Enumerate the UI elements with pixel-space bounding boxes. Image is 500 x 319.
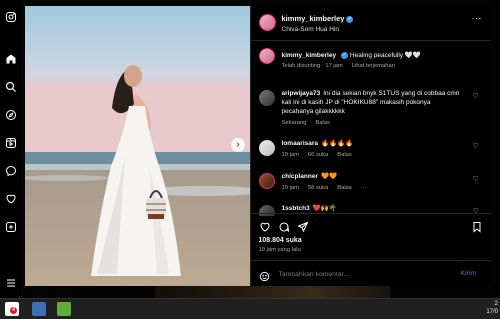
like-comment-icon[interactable]: ♡ [473, 175, 479, 183]
bookmark-icon[interactable] [471, 220, 483, 233]
comment-time: 19 jam [281, 152, 299, 158]
caption-text: kimmy_kimberley ✓ Healing peacefully 🤍🤍 [282, 51, 462, 60]
comment-username[interactable]: aripwijaya73 [282, 90, 321, 97]
post-comment-button[interactable]: Kirim [461, 270, 476, 277]
post-location[interactable]: Chiva-Som Hua Hin [282, 26, 339, 33]
comment-likes[interactable]: 66 suka [308, 152, 328, 158]
notification-badge: 4 [10, 307, 17, 314]
like-comment-icon[interactable]: ♡ [473, 92, 479, 100]
comment-meta: 19 jam 66 suka Balas [282, 152, 361, 158]
reply-button[interactable]: Balas [337, 152, 352, 158]
comment-body: ❤️🙌🌴 [312, 205, 337, 212]
like-comment-icon[interactable]: ♡ [473, 142, 479, 150]
post-photo[interactable]: › [25, 6, 250, 286]
comment-icon[interactable] [278, 220, 290, 232]
os-taskbar: 4 2 17/0 [0, 298, 500, 319]
search-icon[interactable] [4, 80, 18, 94]
verified-badge-icon: ✓ [341, 51, 349, 59]
comment-username[interactable]: chicplanner [282, 173, 318, 180]
home-icon[interactable] [4, 52, 18, 66]
reply-button[interactable]: Balas [337, 185, 352, 191]
share-icon[interactable] [296, 220, 309, 233]
avatar[interactable] [258, 48, 275, 64]
verified-badge-icon: ✓ [346, 15, 354, 23]
comment-text: aripwijaya73 Ini dia sekian bnyk S1TUS ya… [282, 89, 462, 116]
caption-username[interactable]: kimmy_kimberley [282, 52, 337, 59]
clock-time: 2 [494, 301, 498, 307]
create-icon[interactable] [4, 220, 18, 234]
post-username[interactable]: kimmy_kimberley ✓ [282, 14, 354, 23]
comment-body: 🧡🧡 [321, 173, 338, 180]
post-header: kimmy_kimberley ✓ Chiva-Som Hua Hin ··· [250, 6, 491, 41]
comment-time: Sekarang [281, 120, 307, 126]
caption-edited-time: Telah disunting · 17 jam [281, 63, 343, 69]
post-modal: › kimmy_kimberley ✓ Chiva-Som Hua Hin ···… [25, 6, 491, 287]
post-actions [250, 213, 491, 234]
post-detail-panel: kimmy_kimberley ✓ Chiva-Som Hua Hin ··· k… [249, 6, 491, 287]
see-translation-link[interactable]: Lihat terjemahan [352, 63, 395, 69]
comment-options-button[interactable]: ··· [361, 185, 367, 191]
comment-username[interactable]: 1ssbtch3 [282, 205, 310, 212]
nav-sidebar [0, 0, 23, 298]
avatar[interactable] [258, 140, 275, 156]
comments-list[interactable]: kimmy_kimberley ✓ Healing peacefully 🤍🤍 T… [251, 41, 491, 216]
like-icon[interactable] [259, 220, 271, 232]
menu-icon[interactable] [4, 276, 18, 290]
comment-input[interactable] [276, 270, 451, 279]
post-username-text[interactable]: kimmy_kimberley [282, 14, 345, 23]
explore-icon[interactable] [4, 108, 18, 122]
comment-text: chicplanner 🧡🧡 [282, 172, 462, 181]
avatar[interactable] [258, 173, 275, 189]
instagram-icon[interactable] [4, 10, 18, 24]
comment-username[interactable]: lomaarisara [282, 140, 319, 147]
reply-button[interactable]: Balas [315, 120, 330, 126]
comment-text: lomaarisara 🔥🔥🔥🔥 [282, 139, 462, 148]
comment-meta: 19 jam 58 suka Balas ··· [282, 185, 376, 191]
heart-icon[interactable] [4, 192, 18, 206]
messenger-icon[interactable] [4, 164, 18, 178]
app-icon[interactable] [57, 302, 71, 316]
comment-body: 🔥🔥🔥🔥 [321, 140, 354, 147]
next-photo-button[interactable]: › [231, 138, 245, 152]
post-time: 19 jam yang lalu [258, 247, 301, 253]
avatar[interactable] [258, 90, 275, 106]
comment-text: 1ssbtch3 ❤️🙌🌴 [282, 204, 462, 213]
reels-icon[interactable] [4, 136, 18, 150]
avatar[interactable] [258, 14, 276, 31]
clock-date: 17/0 [486, 309, 498, 315]
add-comment-bar: Kirim [250, 260, 491, 287]
app-icon[interactable] [32, 302, 46, 316]
comment-meta: Sekarang Balas [282, 120, 339, 126]
like-count[interactable]: 108.804 suka [259, 237, 302, 244]
comment-time: 19 jam [281, 185, 299, 191]
emoji-icon[interactable] [259, 269, 270, 282]
caption-meta: Telah disunting · 17 jam Lihat terjemahan [282, 63, 404, 69]
caption-body: Healing peacefully 🤍🤍 [349, 52, 422, 59]
comment-likes[interactable]: 58 suka [308, 185, 328, 191]
taskbar-clock[interactable]: 2 17/0 [486, 300, 498, 316]
more-options-icon[interactable]: ··· [472, 13, 483, 23]
